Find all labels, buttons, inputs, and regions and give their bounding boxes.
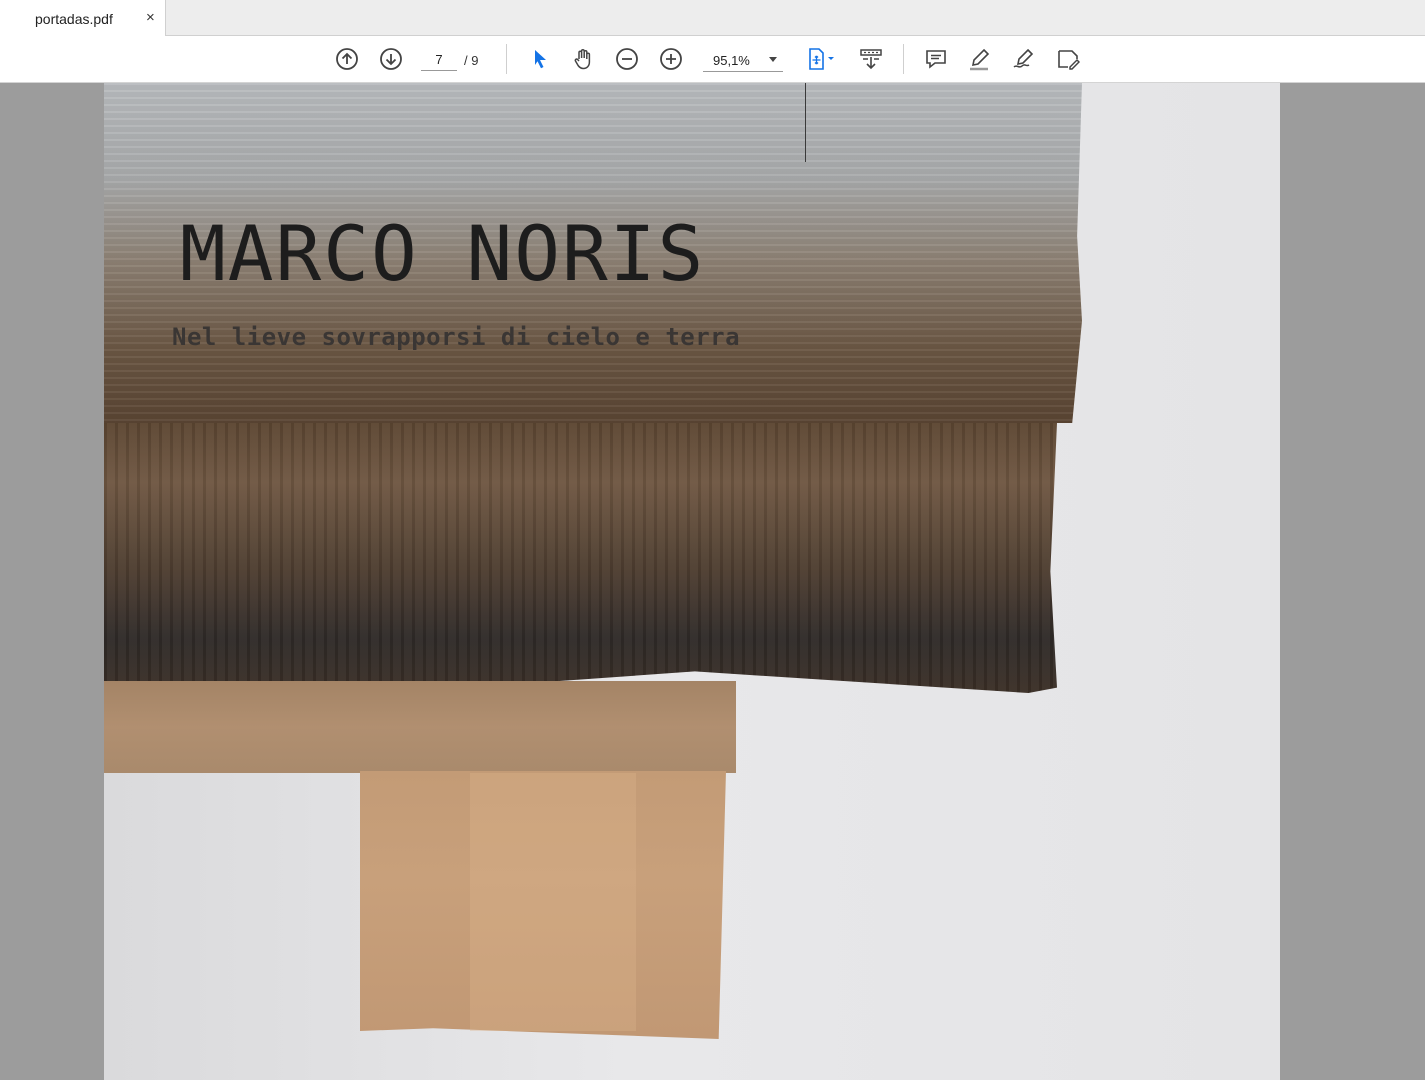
highlighter-icon (970, 48, 990, 71)
tab-title[interactable]: portadas.pdf (35, 11, 113, 27)
hand-icon (574, 49, 591, 70)
previous-page-button[interactable] (334, 46, 360, 72)
chevron-down-icon (769, 57, 777, 62)
draw-button[interactable] (1011, 46, 1037, 72)
page-number-input[interactable] (421, 49, 457, 71)
zoom-value: 95,1% (713, 53, 750, 68)
toolbar: / 9 95,1% (0, 36, 1425, 83)
pen-draw-icon (1013, 48, 1034, 68)
comment-button[interactable] (923, 46, 949, 72)
document-viewport[interactable]: MARCO NORIS Nel lieve sovrapporsi di cie… (0, 83, 1425, 1080)
zoom-out-button[interactable] (614, 46, 640, 72)
artwork-line (805, 83, 806, 162)
highlight-button[interactable] (967, 46, 993, 72)
plus-circle-icon (660, 48, 682, 70)
arrow-down-circle-icon (380, 48, 402, 70)
edit-label-icon (1058, 50, 1080, 70)
toolbar-divider (506, 44, 507, 74)
page-total: / 9 (464, 53, 479, 68)
fit-page-button[interactable] (804, 46, 838, 72)
zoom-dropdown[interactable]: 95,1% (703, 48, 783, 72)
toolbar-divider (903, 44, 904, 74)
artwork-cardboard-band (104, 423, 1057, 693)
arrow-up-circle-icon (336, 48, 358, 70)
select-tool-button[interactable] (527, 46, 553, 72)
next-page-button[interactable] (378, 46, 404, 72)
edit-text-button[interactable] (1055, 46, 1081, 72)
pdf-page: MARCO NORIS Nel lieve sovrapporsi di cie… (104, 83, 1280, 1080)
tab-bar: portadas.pdf × (0, 0, 1425, 36)
fit-page-icon (809, 48, 834, 70)
hand-tool-button[interactable] (570, 46, 596, 72)
document-tab[interactable]: portadas.pdf × (0, 0, 166, 36)
document-title: MARCO NORIS (180, 209, 706, 298)
scroll-mode-icon (860, 49, 882, 70)
document-subtitle: Nel lieve sovrapporsi di cielo e terra (172, 323, 741, 351)
zoom-in-button[interactable] (658, 46, 684, 72)
artwork-cardboard-lower (104, 681, 736, 773)
artwork-tape (470, 773, 636, 1031)
minus-circle-icon (616, 48, 638, 70)
cursor-arrow-icon (535, 50, 546, 69)
comment-icon (926, 50, 946, 69)
tab-close-icon[interactable]: × (146, 9, 155, 26)
scroll-mode-button[interactable] (858, 46, 884, 72)
